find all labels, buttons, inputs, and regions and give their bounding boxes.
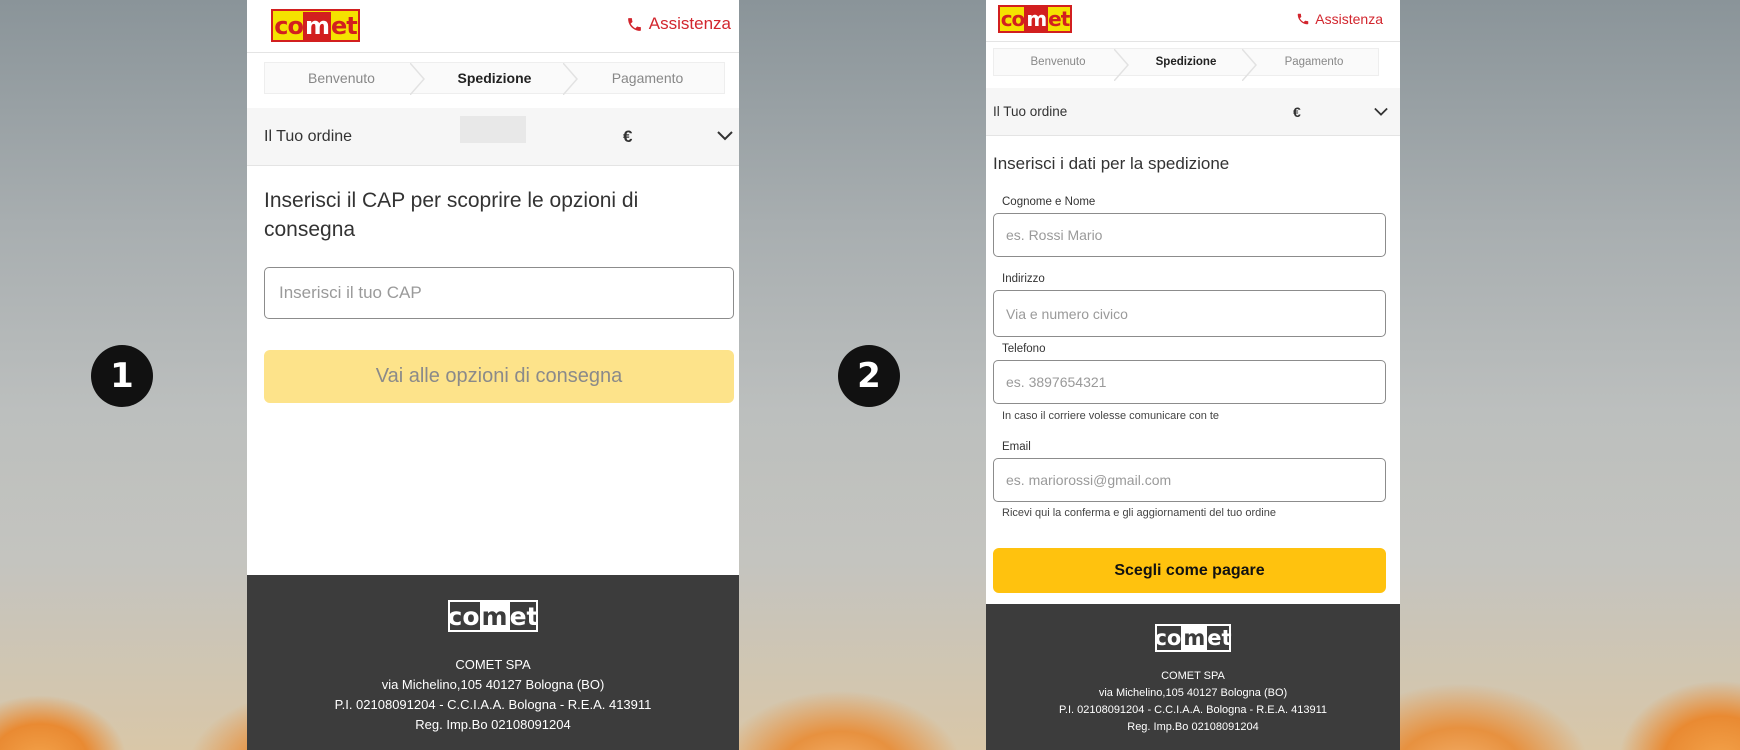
footer-reg: Reg. Imp.Bo 02108091204 (415, 717, 571, 732)
field-label-email: Email (1002, 441, 1031, 453)
cap-input[interactable]: Inserisci il tuo CAP (264, 267, 734, 319)
order-thumbnail (460, 116, 526, 143)
step-badge-2: 2 (838, 345, 900, 407)
order-currency: € (1293, 103, 1301, 120)
footer-vat: P.I. 02108091204 - C.C.I.A.A. Bologna - … (334, 697, 652, 712)
address-input[interactable]: Via e numero civico (993, 290, 1386, 337)
step-pagamento[interactable]: Pagamento (1250, 49, 1378, 75)
header: co m et Assistenza (986, 0, 1400, 42)
order-label: Il Tuo ordine (264, 127, 353, 145)
step-spedizione[interactable]: Spedizione (418, 63, 578, 95)
field-label-address: Indirizzo (1002, 273, 1045, 285)
footer: co m et COMET SPA via Michelino,105 40127 … (247, 575, 739, 750)
step-benvenuto[interactable]: Benvenuto (994, 49, 1129, 81)
email-hint: Ricevi qui la conferma e gli aggiornamen… (1002, 507, 1276, 519)
field-label-phone: Telefono (1002, 343, 1046, 355)
checkout-steps: Benvenuto Spedizione Pagamento (993, 48, 1379, 81)
order-currency: € (623, 126, 633, 146)
phone-icon (1298, 13, 1309, 25)
step-spedizione[interactable]: Spedizione (1122, 49, 1257, 81)
phone-icon (627, 17, 641, 31)
footer-vat: P.I. 02108091204 - C.C.I.A.A. Bologna - … (1058, 704, 1328, 716)
delivery-options-button[interactable]: Vai alle opzioni di consegna (264, 350, 734, 403)
footer-logo: co m et (447, 600, 539, 632)
step-separator (1114, 49, 1129, 81)
order-summary-toggle[interactable]: Il Tuo ordine € (247, 108, 739, 166)
phone-hint: In caso il corriere volesse comunicare c… (1002, 410, 1220, 422)
footer: co m et COMET SPA via Michelino,105 40127 … (986, 604, 1400, 750)
field-label-name: Cognome e Nome (1002, 196, 1096, 208)
footer-company: COMET SPA (455, 657, 531, 672)
footer-company: COMET SPA (1161, 670, 1225, 682)
footer-address: via Michelino,105 40127 Bologna (BO) (381, 677, 605, 692)
footer-address: via Michelino,105 40127 Bologna (BO) (1098, 687, 1288, 699)
phone-input[interactable]: es. 3897654321 (993, 360, 1386, 404)
step-pagamento[interactable]: Pagamento (571, 63, 724, 93)
comet-logo[interactable]: co m et (998, 5, 1072, 33)
screen-shipping-details: co m et Assistenza Benvenuto Spedizione Pa… (986, 0, 1400, 750)
email-input[interactable]: es. mariorossi@gmail.com (993, 458, 1386, 502)
choose-payment-button[interactable]: Scegli come pagare (993, 548, 1386, 593)
screen-cap-entry: co m et Assistenza Benvenuto Spedizione Pa… (247, 0, 739, 750)
step-separator (1242, 49, 1257, 81)
step-separator (563, 63, 578, 95)
fullname-input[interactable]: es. Rossi Mario (993, 213, 1386, 257)
shipping-heading: Inserisci i dati per la spedizione (993, 154, 1230, 173)
order-summary-toggle[interactable]: Il Tuo ordine € (986, 88, 1400, 136)
footer-logo: co m et (1154, 624, 1232, 652)
assistance-link[interactable]: Assistenza (626, 14, 731, 34)
comet-logo[interactable]: co m et (271, 9, 360, 42)
checkout-steps: Benvenuto Spedizione Pagamento (264, 62, 725, 95)
step-benvenuto[interactable]: Benvenuto (265, 63, 425, 95)
chevron-down-icon[interactable] (1374, 106, 1388, 118)
step-badge-1: 1 (91, 345, 153, 407)
footer-reg: Reg. Imp.Bo 02108091204 (1127, 721, 1259, 733)
cap-heading: Inserisci il CAP per scoprire le opzioni… (264, 189, 639, 242)
order-label: Il Tuo ordine (993, 104, 1068, 119)
assistance-link[interactable]: Assistenza (1296, 11, 1383, 27)
step-separator (410, 63, 425, 95)
header: co m et Assistenza (247, 0, 739, 53)
chevron-down-icon[interactable] (717, 129, 733, 143)
